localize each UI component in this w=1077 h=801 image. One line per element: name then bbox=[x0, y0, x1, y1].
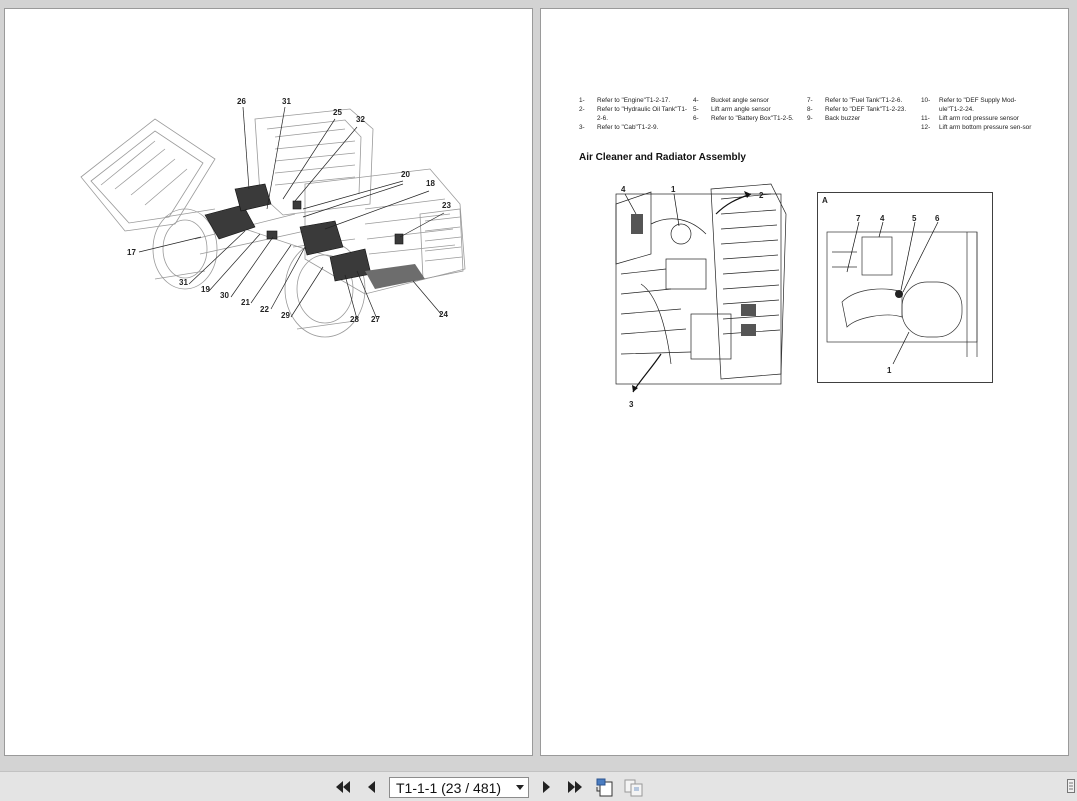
fig2-callout-4: 4 bbox=[880, 214, 885, 223]
callout-26: 26 bbox=[237, 97, 246, 106]
page-number-dropdown[interactable]: T1-1-1 (23 / 481) bbox=[389, 777, 529, 798]
last-page-button[interactable] bbox=[564, 777, 586, 797]
callout-18: 18 bbox=[426, 179, 435, 188]
legend-item: 10- Refer to "DEF Supply Mod-ule"T1-2-24. bbox=[921, 97, 1017, 113]
callout-21: 21 bbox=[241, 298, 250, 307]
first-page-icon bbox=[336, 781, 350, 793]
left-document-page: 26 31 25 32 20 18 23 17 31 19 30 21 22 2… bbox=[4, 8, 533, 756]
callout-31-top: 31 bbox=[282, 97, 291, 106]
two-page-view-button[interactable] bbox=[623, 777, 645, 797]
previous-page-button[interactable] bbox=[360, 777, 382, 797]
callout-22: 22 bbox=[260, 305, 269, 314]
single-page-view-icon bbox=[596, 778, 613, 797]
fig1-callout-4: 4 bbox=[621, 185, 626, 194]
legend-item: 8- Refer to "DEF Tank"T1-2-23. bbox=[807, 106, 907, 113]
fig2-callout-5: 5 bbox=[912, 214, 917, 223]
fig1-callout-1: 1 bbox=[671, 185, 676, 194]
detail-view-label: A bbox=[822, 196, 828, 205]
callout-23: 23 bbox=[442, 201, 451, 210]
callout-32: 32 bbox=[356, 115, 365, 124]
callout-20: 20 bbox=[401, 170, 410, 179]
fig2-callout-1: 1 bbox=[887, 366, 892, 375]
right-document-page: 1- Refer to "Engine"T1-2-17. 2- Refer to "… bbox=[540, 8, 1069, 756]
chevron-down-icon bbox=[512, 785, 528, 790]
viewer-toolbar: T1-1-1 (23 / 481) bbox=[0, 771, 1077, 801]
fig2-callout-6: 6 bbox=[935, 214, 940, 223]
callout-24: 24 bbox=[439, 310, 448, 319]
callout-19: 19 bbox=[201, 285, 210, 294]
legend-item: 3- Refer to "Cab"T1-2-9. bbox=[579, 124, 659, 131]
page-indicator: T1-1-1 (23 / 481) bbox=[396, 779, 502, 796]
next-page-icon bbox=[543, 781, 550, 793]
legend-item: 5- Lift arm angle sensor bbox=[693, 106, 771, 113]
panel-toggle-icon[interactable] bbox=[1067, 779, 1075, 798]
legend-item: 9- Back buzzer bbox=[807, 115, 861, 122]
last-page-icon bbox=[568, 781, 582, 793]
callout-31-bottom: 31 bbox=[179, 278, 188, 287]
legend-item: 7- Refer to "Fuel Tank"T1-2-6. bbox=[807, 97, 903, 104]
single-page-view-button[interactable] bbox=[594, 777, 616, 797]
legend-item: 1- Refer to "Engine"T1-2-17. bbox=[579, 97, 671, 104]
callout-25: 25 bbox=[333, 108, 342, 117]
legend-item: 6- Refer to "Battery Box"T1-2-5. bbox=[693, 115, 794, 122]
callout-17: 17 bbox=[127, 248, 136, 257]
callout-27: 27 bbox=[371, 315, 380, 324]
fig1-callout-2: 2 bbox=[759, 191, 764, 200]
next-page-button[interactable] bbox=[536, 777, 558, 797]
callout-29: 29 bbox=[281, 311, 290, 320]
legend-item: 2- Refer to "Hydraulic Oil Tank"T1-2-6. bbox=[579, 106, 688, 122]
wheel-loader-component-diagram: 26 31 25 32 20 18 23 17 31 19 30 21 22 2… bbox=[80, 97, 466, 338]
fig1-callout-3: 3 bbox=[629, 400, 634, 409]
air-cleaner-radiator-figure: 4 1 2 3 bbox=[615, 183, 787, 409]
section-title: Air Cleaner and Radiator Assembly bbox=[579, 152, 746, 163]
legend-item: 4- Bucket angle sensor bbox=[693, 97, 769, 104]
callout-28: 28 bbox=[350, 315, 359, 324]
callout-30: 30 bbox=[220, 291, 229, 300]
previous-page-icon bbox=[368, 781, 375, 793]
legend-item: 11- Lift arm rod pressure sensor bbox=[921, 115, 1019, 122]
legend-item: 12- Lift arm bottom pressure sen-sor bbox=[921, 124, 1032, 131]
first-page-button[interactable] bbox=[332, 777, 354, 797]
detail-view-a-figure: A 7 4 5 6 1 bbox=[817, 192, 993, 383]
fig2-callout-7: 7 bbox=[856, 214, 861, 223]
two-page-view-icon bbox=[624, 779, 643, 797]
